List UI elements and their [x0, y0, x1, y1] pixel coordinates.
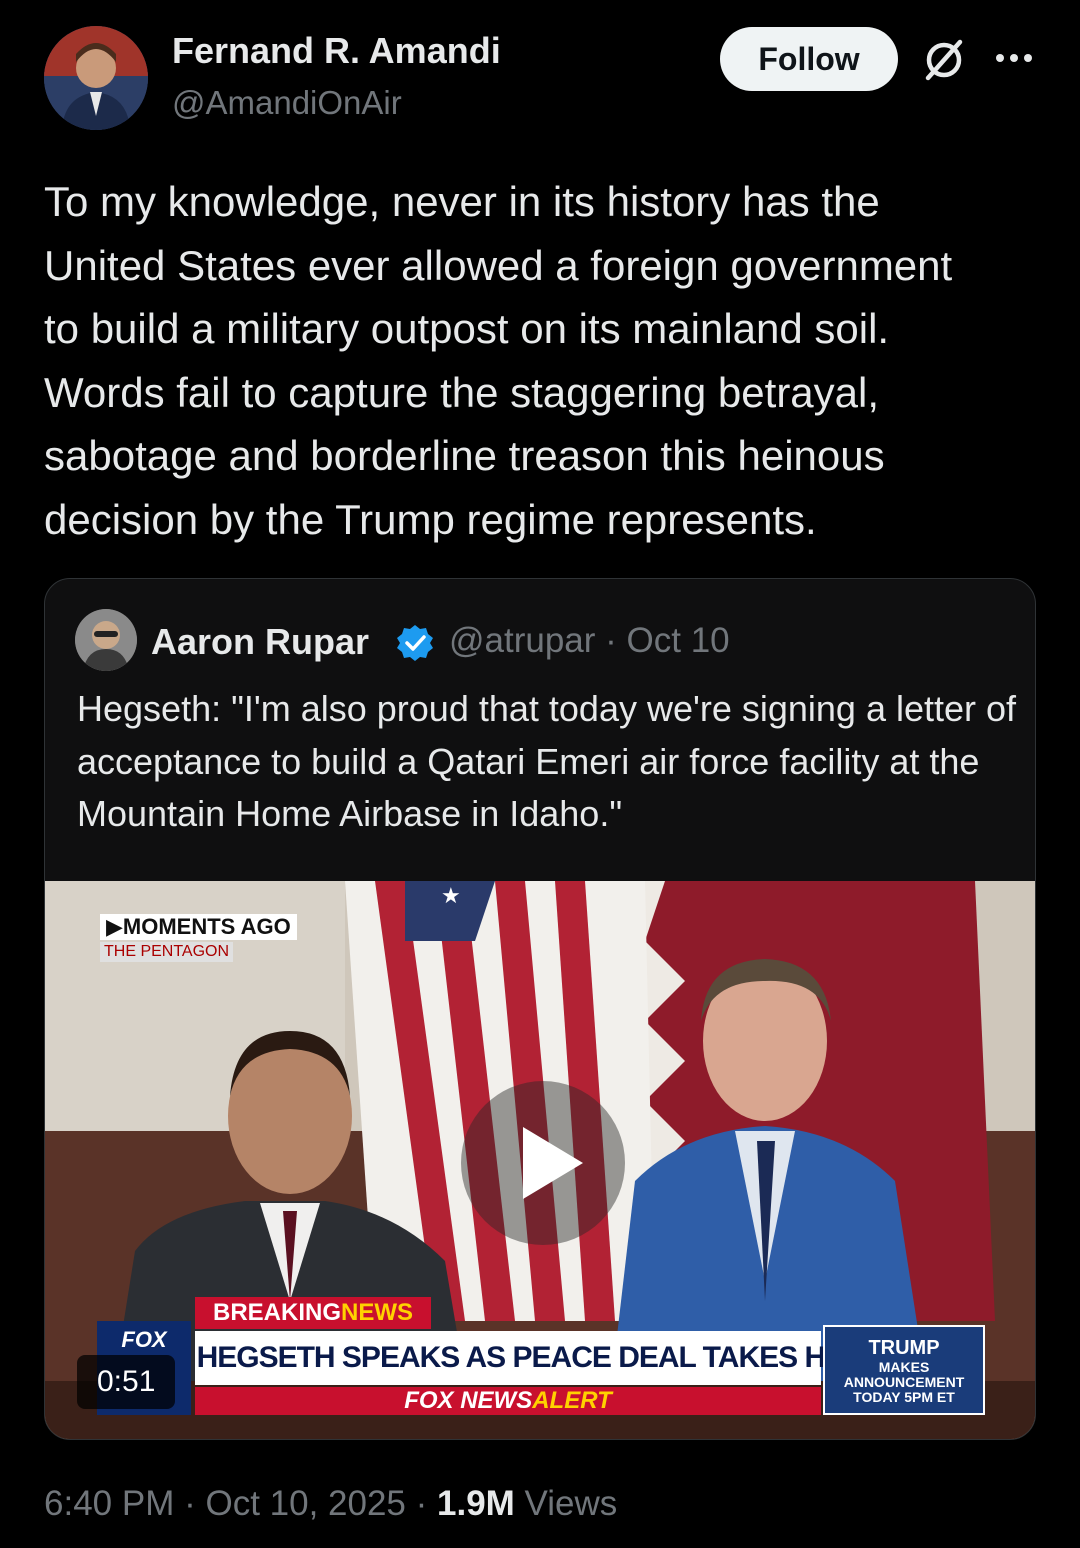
more-options-icon[interactable] — [992, 46, 1036, 70]
footer-separator: · — [174, 1484, 206, 1523]
alert-label: ALERT — [532, 1387, 612, 1414]
footer-separator: · — [405, 1484, 437, 1523]
quoted-tweet[interactable]: Aaron Rupar @atrupar · Oct 10 Hegseth: "… — [44, 578, 1036, 1440]
breaking-news-banner: BREAKING NEWS — [195, 1297, 432, 1329]
views-label: Views — [524, 1484, 618, 1523]
tweet-date[interactable]: Oct 10, 2025 — [205, 1484, 405, 1523]
promo-title: TRUMP — [868, 1337, 940, 1359]
quoted-author-name[interactable]: Aaron Rupar — [151, 621, 369, 663]
play-button[interactable] — [461, 1081, 625, 1245]
quoted-author-avatar[interactable] — [75, 609, 137, 671]
promo-line-3: TODAY 5PM ET — [853, 1389, 955, 1405]
fox-news-alert-banner: FOX NEWS ALERT — [195, 1387, 821, 1415]
video-player[interactable]: ★ ▶MOMENTS AGO THE PENTAGON BREAKING NEW… — [45, 881, 1035, 1439]
news-label: NEWS — [341, 1299, 414, 1326]
breaking-label: BREAKING — [213, 1299, 342, 1326]
tweet-text: To my knowledge, never in its history ha… — [44, 178, 953, 543]
verified-badge-icon — [395, 623, 435, 663]
promo-line-2: ANNOUNCEMENT — [843, 1374, 965, 1390]
chyron-headline: SEC HEGSETH SPEAKS AS PEACE DEAL TAKES H… — [131, 1331, 886, 1385]
play-icon — [523, 1127, 583, 1199]
svg-text:★: ★ — [441, 884, 461, 909]
promo-line-1: MAKES — [878, 1359, 930, 1375]
quoted-date[interactable]: Oct 10 — [627, 621, 730, 660]
promo-box: TRUMP MAKES ANNOUNCEMENT TODAY 5PM ET — [823, 1325, 985, 1415]
tweet-time[interactable]: 6:40 PM — [44, 1484, 174, 1523]
alert-fox-label: FOX NEWS — [404, 1387, 533, 1414]
chyron-location: THE PENTAGON — [100, 942, 234, 962]
author-handle[interactable]: @AmandiOnAir — [172, 84, 402, 122]
views-count[interactable]: 1.9M — [437, 1484, 515, 1523]
chyron-tag: ▶MOMENTS AGO — [100, 914, 297, 940]
tweet-footer: 6:40 PM · Oct 10, 2025 · 1.9M Views — [44, 1484, 617, 1524]
quoted-meta: @atrupar · Oct 10 — [449, 621, 730, 661]
follow-button[interactable]: Follow — [720, 27, 898, 91]
meta-separator: · — [595, 621, 627, 660]
quoted-author-handle[interactable]: @atrupar — [449, 621, 595, 660]
video-duration: 0:51 — [77, 1355, 176, 1409]
quoted-tweet-text: Hegseth: "I'm also proud that today we'r… — [77, 688, 1017, 834]
grok-icon[interactable] — [922, 38, 966, 82]
author-avatar[interactable] — [44, 26, 148, 130]
author-name[interactable]: Fernand R. Amandi — [172, 30, 501, 72]
